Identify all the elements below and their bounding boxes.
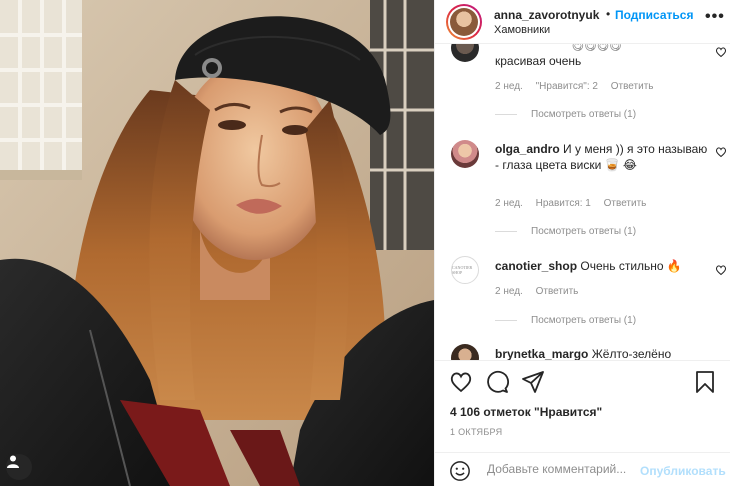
comment-text: olga_andro И у меня )) я это называю - г…	[495, 141, 710, 173]
post-header: anna_zavorotnyuk • Подписаться Хамовники…	[435, 0, 730, 44]
likes-count[interactable]: 4 106 отметок "Нравится"	[450, 405, 602, 419]
comment-avatar[interactable]	[451, 44, 479, 62]
location-link[interactable]: Хамовники	[494, 24, 550, 36]
comment-reply-button[interactable]: Ответить	[536, 286, 579, 297]
add-comment-bar: Опубликовать	[435, 452, 730, 486]
comment-likes[interactable]: Нравится: 1	[536, 198, 591, 209]
comment-text: brynetka_margo Жёлто-зелёно	[495, 346, 710, 360]
comment-meta: 2 нед. Ответить	[495, 286, 588, 297]
share-icon[interactable]	[521, 370, 545, 394]
comment-author[interactable]: brynetka_margo	[495, 347, 588, 360]
comment-time[interactable]: 2 нед.	[495, 198, 523, 209]
view-replies-button[interactable]: Посмотреть ответы (1)	[495, 226, 636, 237]
comments-list[interactable]: 😋😋😋😋 красивая очень 2 нед. "Нравится": 2…	[435, 44, 730, 360]
post-photo[interactable]	[0, 0, 434, 486]
comment-time[interactable]: 2 нед.	[495, 81, 523, 92]
comment-text: красивая очень	[495, 54, 582, 68]
publish-button[interactable]: Опубликовать	[640, 464, 726, 478]
comment-time[interactable]: 2 нед.	[495, 286, 523, 297]
post-actions: 4 106 отметок "Нравится" 1 ОКТЯБРЯ	[435, 360, 730, 452]
author-username[interactable]: anna_zavorotnyuk	[494, 8, 599, 22]
comment-avatar[interactable]: CANOTIER SHOP	[451, 256, 479, 284]
comment-input[interactable]	[487, 462, 637, 476]
comment-reply-button[interactable]: Ответить	[604, 198, 647, 209]
post-date[interactable]: 1 ОКТЯБРЯ	[450, 427, 502, 437]
comment-likes[interactable]: "Нравится": 2	[536, 81, 598, 92]
bookmark-icon[interactable]	[693, 370, 717, 394]
heart-icon[interactable]	[449, 370, 473, 394]
comment-reply-button[interactable]: Ответить	[611, 81, 654, 92]
view-replies-label: Посмотреть ответы (1)	[531, 226, 637, 237]
comment-avatar[interactable]	[451, 140, 479, 168]
comment-text: canotier_shop Очень стильно 🔥	[495, 258, 710, 274]
photo-image	[0, 0, 434, 486]
view-replies-label: Посмотреть ответы (1)	[531, 315, 637, 326]
comment-heart-icon[interactable]	[715, 146, 727, 158]
comment-icon[interactable]	[485, 370, 509, 394]
comment-meta: 2 нед. "Нравится": 2 Ответить	[495, 81, 663, 92]
post: anna_zavorotnyuk • Подписаться Хамовники…	[0, 0, 730, 486]
author-avatar[interactable]	[446, 4, 482, 40]
post-panel: anna_zavorotnyuk • Подписаться Хамовники…	[434, 0, 730, 486]
comment-heart-icon[interactable]	[715, 264, 727, 276]
emoji-icon[interactable]	[449, 460, 471, 482]
view-replies-button[interactable]: Посмотреть ответы (1)	[495, 315, 636, 326]
view-replies-button[interactable]: Посмотреть ответы (1)	[495, 109, 636, 120]
comment-meta: 2 нед. Нравится: 1 Ответить	[495, 198, 656, 209]
comment-body: Жёлто-зелёно	[591, 347, 672, 360]
comment-author[interactable]: canotier_shop	[495, 259, 577, 273]
view-replies-label: Посмотреть ответы (1)	[531, 109, 637, 120]
more-icon[interactable]: •••	[705, 8, 725, 26]
comment-body: Очень стильно 🔥	[580, 259, 682, 273]
separator-dot: •	[606, 7, 611, 21]
comment-avatar[interactable]	[451, 344, 479, 360]
user-tag-icon[interactable]	[6, 454, 32, 480]
comment-heart-icon[interactable]	[715, 46, 727, 58]
follow-button[interactable]: Подписаться	[615, 8, 693, 22]
comment-author[interactable]: olga_andro	[495, 142, 560, 156]
